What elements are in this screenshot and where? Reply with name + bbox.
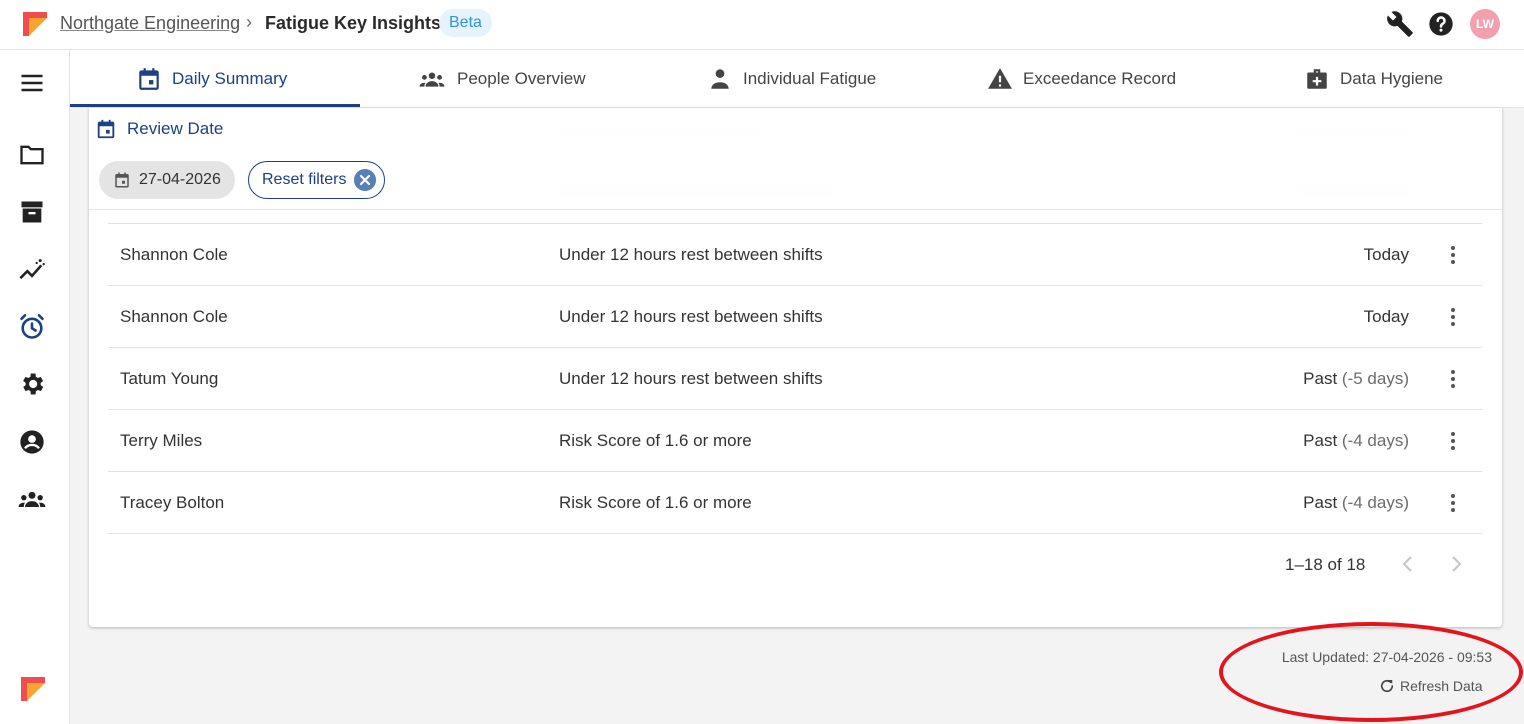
chevron-right-icon[interactable]: [1444, 552, 1468, 576]
tab-daily-summary[interactable]: Daily Summary: [136, 50, 287, 108]
table-row[interactable]: Shannon Cole Under 12 hours rest between…: [108, 286, 1482, 348]
daily-summary-card: Review Date 27-04-2026 Reset filters Sha…: [89, 108, 1502, 627]
tab-people-overview-label: People Overview: [457, 69, 586, 88]
tab-people-overview[interactable]: People Overview: [417, 50, 586, 108]
date-filter-value: 27-04-2026: [139, 171, 221, 188]
person-name: Tatum Young: [120, 369, 219, 388]
top-bar: Northgate Engineering › Fatigue Key Insi…: [0, 0, 1524, 50]
filter-panel: Review Date 27-04-2026 Reset filters: [89, 108, 1502, 210]
more-options-icon[interactable]: [1446, 428, 1460, 454]
chevron-left-icon[interactable]: [1396, 552, 1420, 576]
help-icon[interactable]: [1427, 10, 1455, 38]
exceedance-when: Today: [1363, 245, 1409, 264]
tab-data-hygiene[interactable]: Data Hygiene: [1304, 50, 1443, 108]
archive-icon[interactable]: [18, 198, 46, 226]
alarm-icon[interactable]: [18, 313, 46, 341]
footer-logo: [21, 677, 45, 701]
more-options-icon[interactable]: [1446, 366, 1460, 392]
settings-icon[interactable]: [18, 370, 46, 398]
person-name: Shannon Cole: [120, 245, 228, 264]
app-logo[interactable]: [22, 11, 48, 37]
close-icon[interactable]: [354, 169, 377, 191]
highlight-annotation: [1219, 622, 1523, 722]
calendar-icon: [115, 172, 129, 188]
tab-data-hygiene-label: Data Hygiene: [1340, 69, 1444, 88]
tab-individual-fatigue-label: Individual Fatigue: [743, 69, 877, 88]
more-options-icon[interactable]: [1446, 242, 1460, 268]
date-filter-chip[interactable]: 27-04-2026: [99, 161, 235, 199]
user-avatar[interactable]: LW: [1470, 9, 1500, 39]
exceedance-reason: Under 12 hours rest between shifts: [559, 307, 823, 326]
menu-icon[interactable]: [18, 69, 46, 97]
tab-bar: Daily Summary People Overview Individual…: [70, 50, 1524, 108]
wrench-icon[interactable]: [1386, 10, 1414, 38]
review-date-heading: Review Date: [95, 118, 223, 140]
exceedance-when: Past (-4 days): [1303, 431, 1409, 450]
tab-exceedance-record[interactable]: Exceedance Record: [987, 50, 1176, 108]
breadcrumb-org-link[interactable]: Northgate Engineering: [60, 13, 240, 34]
table-row[interactable]: Shannon Cole Under 12 hours rest between…: [108, 224, 1482, 286]
person-name: Terry Miles: [120, 431, 203, 450]
reset-filters-button[interactable]: Reset filters: [248, 161, 386, 199]
trend-icon[interactable]: [18, 256, 46, 284]
exceedance-when: Past (-5 days): [1303, 369, 1409, 388]
exceedance-reason: Under 12 hours rest between shifts: [559, 369, 823, 388]
table-row[interactable]: Terry Miles Risk Score of 1.6 or more Pa…: [108, 410, 1482, 472]
exceedance-reason: Risk Score of 1.6 or more: [559, 493, 752, 512]
exceedance-reason: Under 12 hours rest between shifts: [559, 245, 823, 264]
reset-filters-label: Reset filters: [262, 171, 347, 188]
folder-icon[interactable]: [18, 141, 46, 169]
breadcrumb-separator: ›: [246, 12, 252, 32]
person-icon: [711, 69, 729, 89]
last-updated-text: Last Updated: 27-04-2026 - 09:53: [1281, 649, 1492, 665]
more-options-icon[interactable]: [1446, 490, 1460, 516]
calendar-icon: [97, 119, 115, 139]
table-row[interactable]: Tracey Bolton Risk Score of 1.6 or more …: [108, 472, 1482, 534]
person-name: Shannon Cole: [120, 307, 228, 326]
exceedance-when: Today: [1363, 307, 1409, 326]
left-nav-rail: [0, 50, 70, 724]
exceedance-reason: Risk Score of 1.6 or more: [559, 431, 752, 450]
warning-icon: [988, 68, 1012, 89]
calendar-icon: [139, 68, 159, 90]
refresh-data-label: Refresh Data: [1400, 678, 1483, 694]
person-name: Tracey Bolton: [120, 493, 225, 512]
people-icon: [419, 72, 445, 87]
pagination-range: 1–18 of 18: [1285, 555, 1366, 574]
account-icon[interactable]: [18, 428, 46, 456]
refresh-icon: [1380, 679, 1394, 693]
active-tab-indicator: [70, 104, 360, 107]
tab-daily-summary-label: Daily Summary: [172, 69, 288, 88]
tab-individual-fatigue[interactable]: Individual Fatigue: [707, 50, 876, 108]
review-date-label: Review Date: [127, 119, 224, 138]
medical-bag-icon: [1307, 69, 1327, 89]
exceedance-when: Past (-4 days): [1303, 493, 1409, 512]
page-title: Fatigue Key Insights: [265, 13, 442, 33]
groups-icon[interactable]: [18, 486, 46, 514]
tab-exceedance-record-label: Exceedance Record: [1023, 69, 1177, 88]
more-options-icon[interactable]: [1446, 304, 1460, 330]
beta-badge: Beta: [439, 9, 492, 37]
refresh-data-button[interactable]: Refresh Data: [1378, 677, 1482, 695]
table-row[interactable]: Tatum Young Under 12 hours rest between …: [108, 348, 1482, 410]
